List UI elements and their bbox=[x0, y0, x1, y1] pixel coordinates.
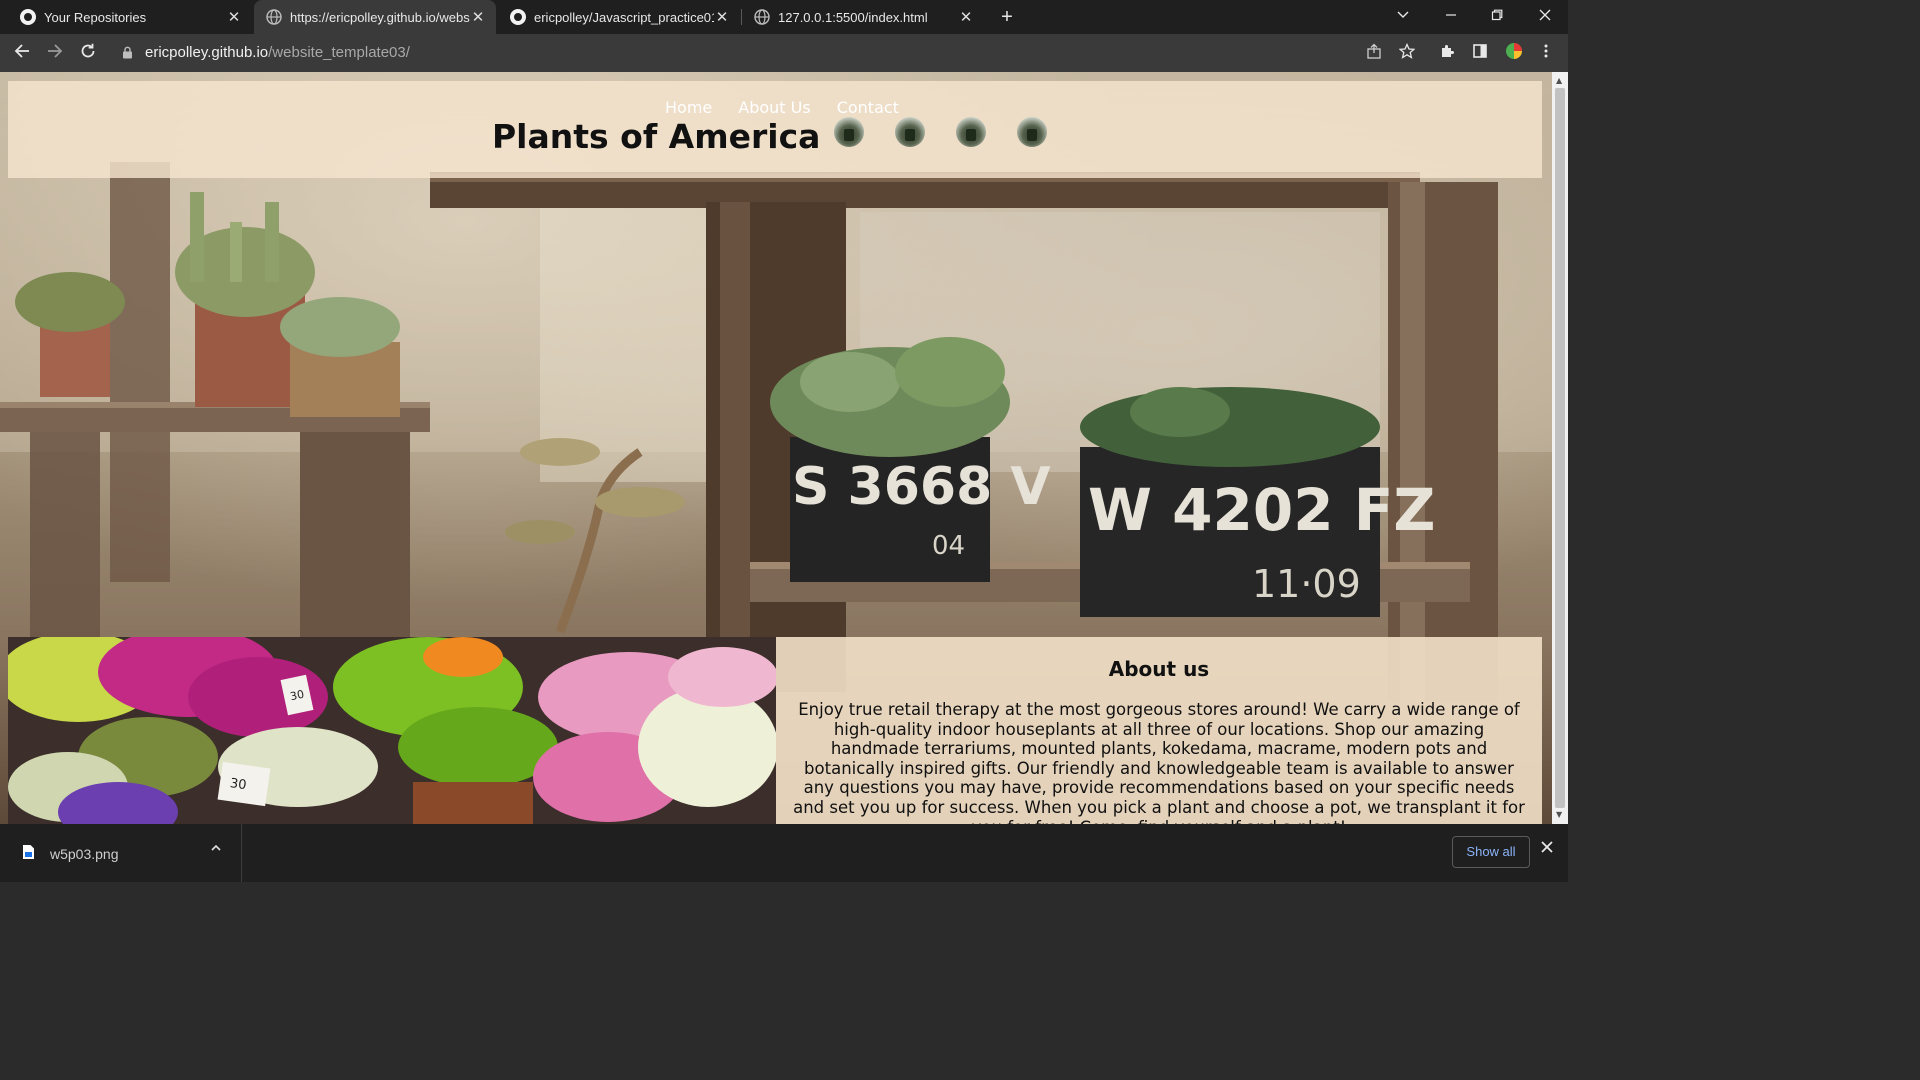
restore-icon[interactable] bbox=[1474, 0, 1520, 34]
price-tag-2: 30 bbox=[229, 776, 247, 793]
tab-title: https://ericpolley.github.io/websi bbox=[290, 9, 470, 25]
file-icon bbox=[23, 845, 34, 859]
github-icon bbox=[510, 9, 526, 25]
site-title: Plants of America bbox=[492, 117, 821, 156]
extensions-icon[interactable] bbox=[1436, 42, 1458, 64]
plate-date-2: 11·09 bbox=[1252, 562, 1361, 606]
plate-date-1: 04 bbox=[932, 531, 965, 561]
about-section: About us Enjoy true retail therapy at th… bbox=[776, 637, 1542, 824]
lock-icon[interactable] bbox=[122, 46, 133, 59]
nav-home-link[interactable]: Home bbox=[665, 98, 712, 117]
github-icon bbox=[20, 9, 36, 25]
nav-about-us-link[interactable]: About Us bbox=[738, 98, 810, 117]
back-icon[interactable] bbox=[11, 42, 33, 64]
close-download-shelf-icon[interactable] bbox=[1540, 840, 1554, 854]
globe-icon bbox=[754, 9, 770, 25]
browser-tab-strip: Your Repositories ✕ https://ericpolley.g… bbox=[0, 0, 1568, 34]
plate-number-1: S 3668 V bbox=[792, 457, 1051, 517]
about-heading: About us bbox=[1108, 657, 1210, 681]
flowers-image: 30 30 bbox=[8, 637, 776, 824]
bookmark-star-icon[interactable] bbox=[1396, 42, 1418, 64]
globe-icon bbox=[266, 9, 282, 25]
plate-number-2: W 4202 FZ bbox=[1088, 476, 1435, 544]
menu-icon[interactable] bbox=[1535, 42, 1557, 64]
close-icon[interactable]: ✕ bbox=[226, 8, 242, 26]
show-all-downloads-button[interactable]: Show all bbox=[1452, 836, 1530, 868]
url-path: /website_template03/ bbox=[268, 44, 410, 61]
plant-thumbnail-image[interactable] bbox=[895, 117, 925, 147]
download-file-name: w5p03.png bbox=[50, 846, 119, 862]
page-viewport: S 3668 V 04 W 4202 FZ 11·09 Plants of Am… bbox=[0, 72, 1552, 824]
profile-avatar[interactable] bbox=[1503, 42, 1525, 64]
browser-toolbar: ericpolley.github.io/website_template03/ bbox=[0, 34, 1568, 72]
scroll-down-arrow-icon[interactable]: ▼ bbox=[1556, 810, 1562, 819]
scroll-up-arrow-icon[interactable]: ▲ bbox=[1556, 76, 1562, 85]
main-nav: Home About Us Contact bbox=[665, 98, 899, 117]
download-item[interactable]: w5p03.png bbox=[0, 824, 242, 882]
scrollbar-thumb[interactable] bbox=[1555, 88, 1565, 808]
chevron-up-icon[interactable] bbox=[210, 842, 222, 854]
close-icon[interactable]: ✕ bbox=[714, 8, 730, 26]
plant-thumbnail-image[interactable] bbox=[1017, 117, 1047, 147]
tab-title: Your Repositories bbox=[44, 9, 147, 25]
new-tab-button[interactable]: + bbox=[996, 6, 1018, 28]
close-icon[interactable]: ✕ bbox=[470, 8, 486, 26]
window-close-icon[interactable] bbox=[1522, 0, 1568, 34]
plant-thumbnails bbox=[834, 117, 1047, 147]
nav-contact-link[interactable]: Contact bbox=[837, 98, 899, 117]
forward-icon[interactable] bbox=[44, 42, 66, 64]
about-text: Enjoy true retail therapy at the most go… bbox=[793, 700, 1525, 824]
tab-search-icon[interactable] bbox=[1380, 0, 1426, 34]
tab-title: 127.0.0.1:5500/index.html bbox=[778, 9, 928, 25]
tab-javascript-practice[interactable]: ericpolley/Javascript_practice01: ✕ bbox=[498, 0, 740, 34]
tab-localhost[interactable]: 127.0.0.1:5500/index.html ✕ bbox=[742, 0, 984, 34]
page-scrollbar[interactable]: ▲ ▼ bbox=[1552, 72, 1568, 824]
download-shelf: w5p03.png Show all bbox=[0, 824, 1568, 882]
side-panel-icon[interactable] bbox=[1469, 42, 1491, 64]
tab-title: ericpolley/Javascript_practice01: bbox=[534, 9, 714, 25]
address-bar[interactable]: ericpolley.github.io/website_template03/ bbox=[145, 44, 410, 61]
reload-icon[interactable] bbox=[77, 42, 99, 64]
tab-website-template[interactable]: https://ericpolley.github.io/websi ✕ bbox=[254, 0, 496, 34]
site-header: Plants of America Home About Us Contact bbox=[8, 81, 1542, 178]
tab-your-repositories[interactable]: Your Repositories ✕ bbox=[8, 0, 252, 34]
share-icon[interactable] bbox=[1363, 42, 1385, 64]
minimize-icon[interactable] bbox=[1428, 0, 1474, 34]
url-host: ericpolley.github.io bbox=[145, 44, 269, 61]
close-icon[interactable]: ✕ bbox=[958, 8, 974, 26]
plant-thumbnail-image[interactable] bbox=[956, 117, 986, 147]
plant-thumbnail-image[interactable] bbox=[834, 117, 864, 147]
